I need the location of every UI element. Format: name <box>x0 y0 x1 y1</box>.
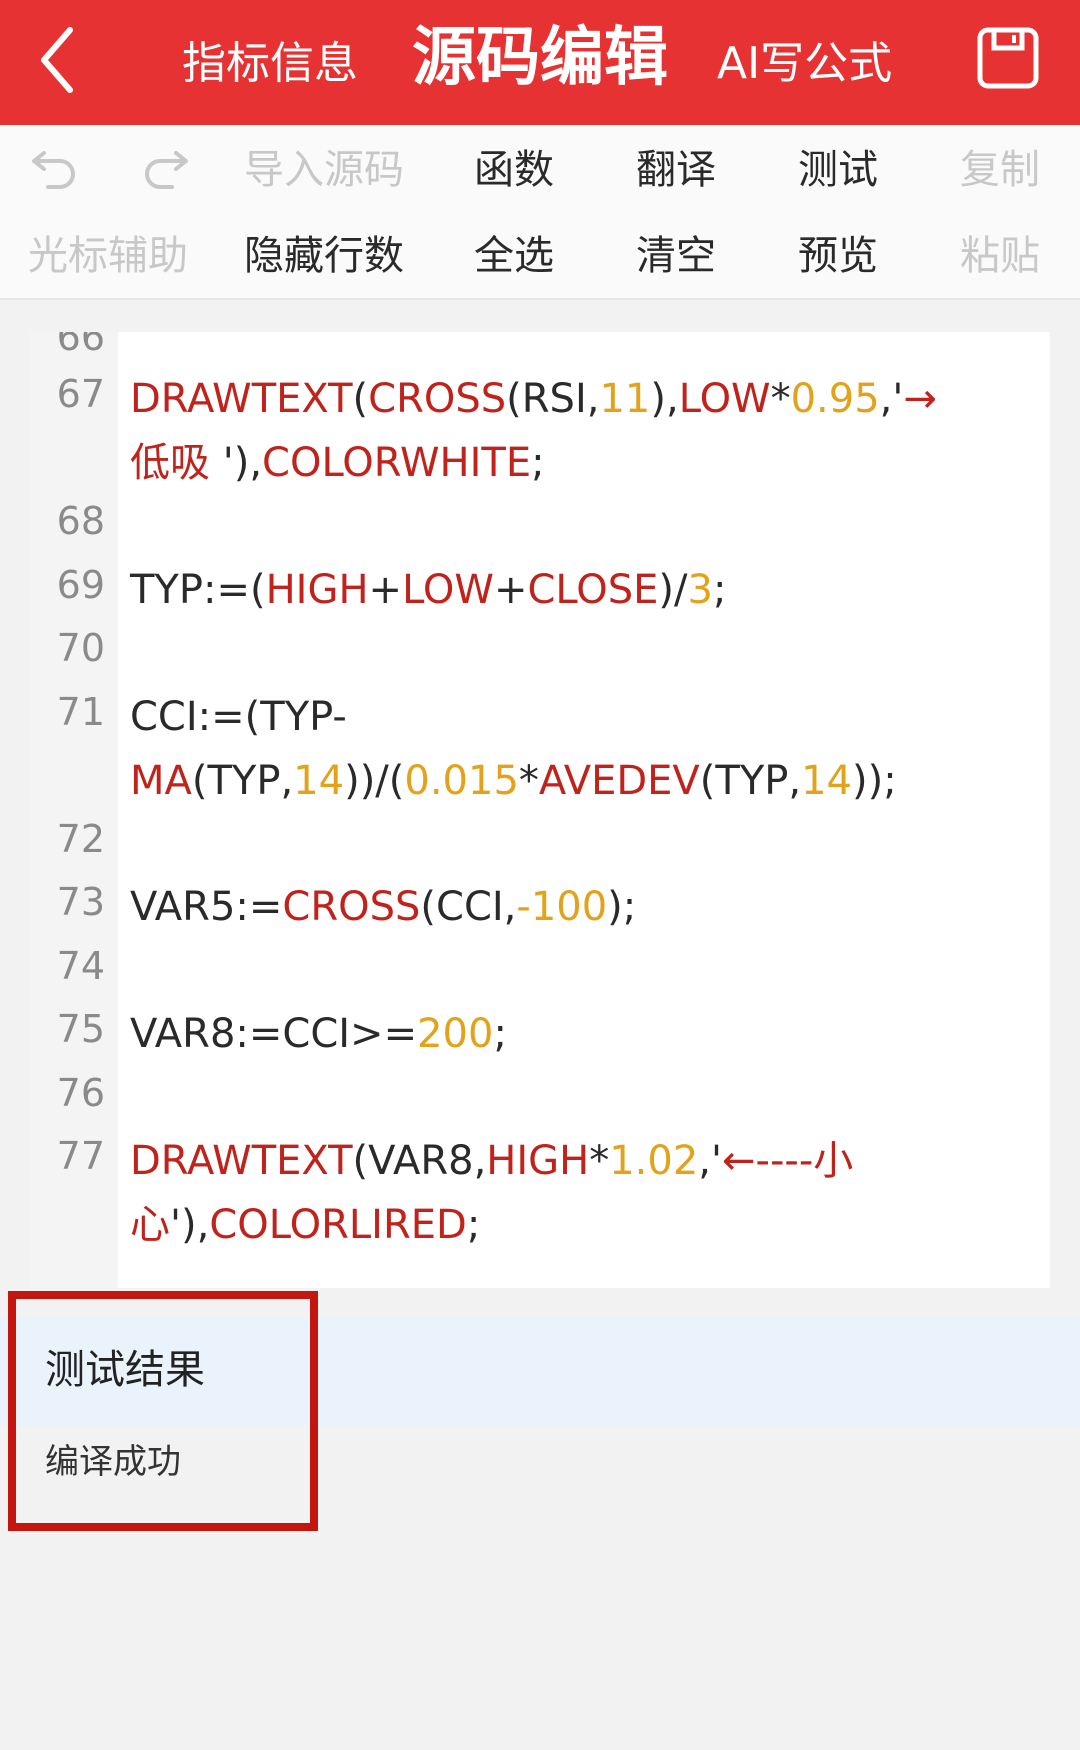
save-button[interactable] <box>972 22 1044 94</box>
tab-indicator-info[interactable]: 指标信息 <box>182 42 358 86</box>
code-editor[interactable]: 66 67 68 69 70 71 72 73 74 75 76 77 DRAW… <box>30 332 1050 1288</box>
code-line: TYP:=(HIGH+LOW+CLOSE)/3; <box>130 567 727 613</box>
code-line-wrap: MA(TYP,14))/(0.015*AVEDEV(TYP,14)); <box>130 758 897 804</box>
cursor-assist-button[interactable]: 光标辅助 <box>28 236 188 276</box>
preview-button[interactable]: 预览 <box>798 236 878 276</box>
undo-icon <box>32 151 75 189</box>
line-number: 76 <box>56 1071 105 1115</box>
save-icon <box>977 27 1039 89</box>
import-source-button[interactable]: 导入源码 <box>244 150 404 190</box>
translate-button[interactable]: 翻译 <box>636 150 716 190</box>
top-bar: 指标信息 源码编辑 AI写公式 <box>0 0 1080 125</box>
copy-button[interactable]: 复制 <box>960 150 1040 190</box>
code-line: DRAWTEXT(CROSS(RSI,11),LOW*0.95,'→ <box>130 376 937 422</box>
code-line: DRAWTEXT(VAR8,HIGH*1.02,'←----小 <box>130 1138 854 1184</box>
code-line: CCI:=(TYP- <box>130 694 347 740</box>
line-number: 66 <box>56 332 105 359</box>
select-all-button[interactable]: 全选 <box>474 236 554 276</box>
line-number: 67 <box>56 372 105 416</box>
code-line: VAR8:=CCI>=200; <box>130 1011 507 1057</box>
code-line-wrap: 低吸 '),COLORWHITE; <box>130 440 545 486</box>
line-number: 70 <box>56 626 105 670</box>
line-number: 74 <box>56 944 105 988</box>
line-number: 72 <box>56 817 105 861</box>
line-number: 69 <box>56 563 105 607</box>
line-number: 77 <box>56 1134 105 1178</box>
tab-ai-formula[interactable]: AI写公式 <box>717 42 892 86</box>
functions-button[interactable]: 函数 <box>474 150 554 190</box>
test-button[interactable]: 测试 <box>798 150 878 190</box>
redo-button[interactable] <box>140 143 190 189</box>
line-number: 71 <box>56 690 105 734</box>
paste-button[interactable]: 粘贴 <box>960 236 1040 276</box>
line-number: 75 <box>56 1007 105 1051</box>
annotation-highlight-box <box>8 1291 318 1531</box>
line-number: 68 <box>56 499 105 543</box>
back-button[interactable] <box>30 20 90 100</box>
code-line-wrap: 心'),COLORLIRED; <box>130 1202 481 1248</box>
tab-source-edit[interactable]: 源码编辑 <box>412 26 668 90</box>
undo-button[interactable] <box>30 143 80 189</box>
code-line: VAR5:=CROSS(CCI,-100); <box>130 884 637 930</box>
line-number: 73 <box>56 880 105 924</box>
redo-icon <box>145 151 188 189</box>
chevron-left-icon <box>41 27 73 93</box>
clear-button[interactable]: 清空 <box>636 236 716 276</box>
hide-line-numbers-button[interactable]: 隐藏行数 <box>244 236 404 276</box>
